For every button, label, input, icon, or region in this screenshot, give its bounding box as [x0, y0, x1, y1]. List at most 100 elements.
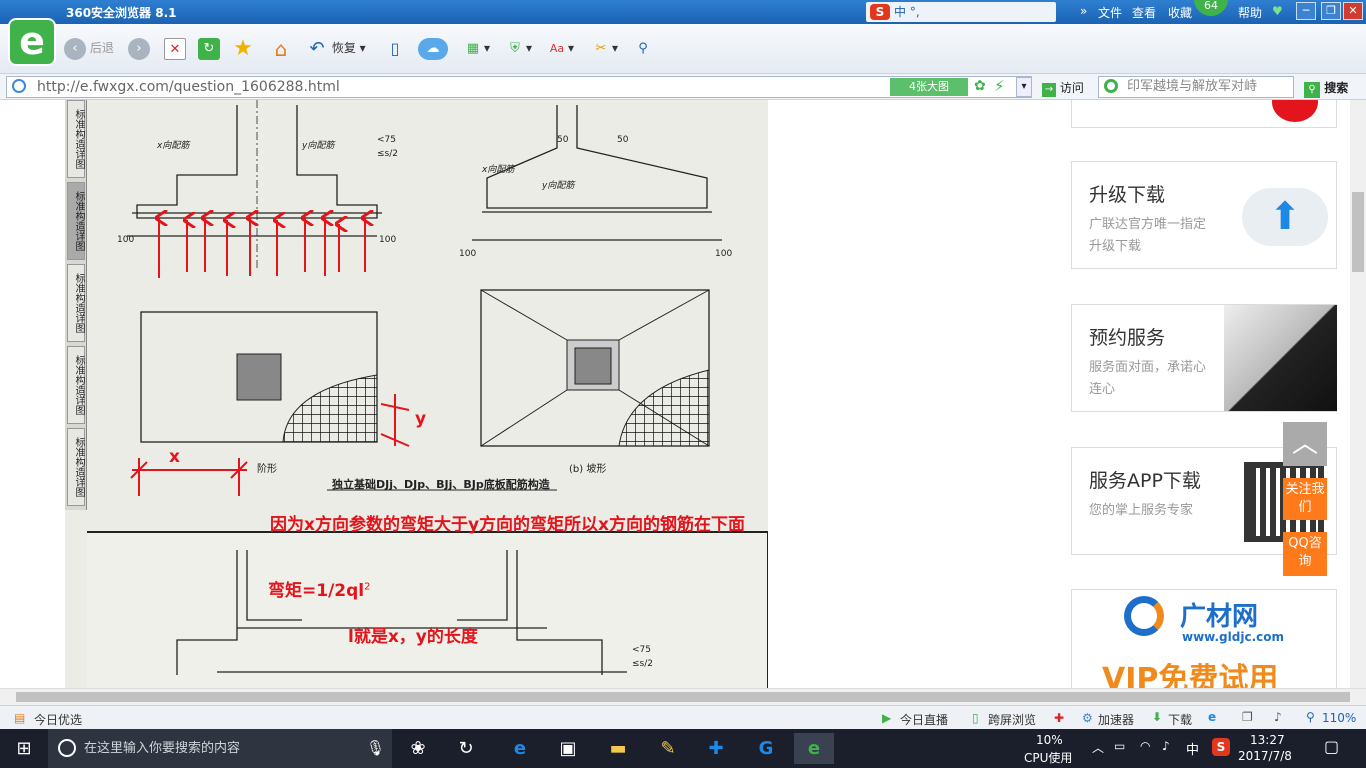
notification-icon[interactable]: ▢: [1324, 737, 1339, 756]
upgrade-title: 升级下载: [1089, 184, 1166, 206]
zoom-level[interactable]: 110%: [1322, 711, 1356, 725]
speaker-icon[interactable]: ♪: [1162, 739, 1170, 753]
glodon-icon[interactable]: G: [746, 733, 786, 764]
score-badge[interactable]: 64: [1194, 0, 1228, 16]
menu-help[interactable]: 帮助: [1238, 4, 1262, 21]
taskbar-search[interactable]: 在这里输入你要搜索的内容: [48, 729, 392, 768]
page-content: 标准构造详图 标准构造详图 标准构造详图 标准构造详图 标准构造详图 x向配筋 …: [0, 100, 1350, 688]
formula-text: 弯矩=1/2ql: [268, 581, 365, 601]
wifi-icon[interactable]: ◠: [1140, 739, 1150, 753]
volume-icon[interactable]: ♪: [1274, 710, 1282, 724]
star-icon: ★: [233, 35, 253, 61]
ie-icon[interactable]: e: [1208, 710, 1216, 724]
speed-icon[interactable]: ⚡: [994, 77, 1005, 95]
edge-icon-alt[interactable]: ↻: [446, 733, 486, 764]
mic-icon[interactable]: 🎙: [366, 739, 385, 757]
taskbar: ⊞ 在这里输入你要搜索的内容 🎙 ❀ ↻ e ▣ ▬ ✎ ✚ G e 10% C…: [0, 729, 1366, 768]
forward-button[interactable]: ›: [128, 35, 150, 61]
cloud-button[interactable]: ☁: [418, 35, 448, 61]
dim-100-right-b: 100: [715, 249, 732, 259]
clock-time[interactable]: 13:27: [1250, 733, 1285, 747]
tab-detail-3: 标准构造详图: [67, 264, 85, 342]
tray-up-icon[interactable]: ︿: [1092, 739, 1104, 756]
ime-toolbar[interactable]: S 中 °,: [866, 2, 1056, 22]
horizontal-scroll-thumb[interactable]: [16, 692, 1350, 702]
horizontal-scrollbar[interactable]: [0, 688, 1366, 705]
store-icon[interactable]: ▣: [548, 733, 588, 764]
upgrade-card[interactable]: 升级下载 广联达官方唯一指定升级下载 ⬆: [1071, 161, 1337, 269]
screenshot-button[interactable]: ✂ ▾: [590, 35, 618, 61]
favorite-button[interactable]: ★: [232, 35, 254, 61]
back-label: 后退: [89, 41, 114, 55]
ad-banner[interactable]: 广材网 www.gldjc.com VIP免费试用: [1071, 589, 1337, 688]
phone-button[interactable]: ▯: [384, 35, 406, 61]
start-button[interactable]: ⊞: [0, 729, 48, 768]
taskview-icon[interactable]: ❀: [398, 733, 438, 764]
back-to-top-button[interactable]: ︿: [1283, 422, 1327, 466]
notepad-icon[interactable]: ✎: [648, 733, 688, 764]
maximize-button[interactable]: ❐: [1321, 2, 1341, 20]
close-button[interactable]: ✕: [1343, 2, 1363, 20]
today-live[interactable]: 今日直播: [900, 711, 948, 728]
input-lang[interactable]: 中: [1186, 739, 1199, 758]
download[interactable]: 下载: [1168, 711, 1192, 728]
apps-button[interactable]: ▦ ▾: [462, 35, 490, 61]
dim-50-left: 50: [557, 135, 569, 145]
windows-icon[interactable]: ❐: [1242, 710, 1253, 724]
refresh-button[interactable]: ↻: [198, 35, 220, 61]
toolbar: ‹ 后退 › ✕ ↻ ★ ⌂ ↶ 恢复 ▾ ▯ ☁ ▦ ▾ ⛨ ▾ Aa ▾ ✂ ▾ ⚲: [0, 24, 1366, 74]
translate-button[interactable]: Aa ▾: [546, 35, 574, 61]
restore-button[interactable]: ↶ 恢复 ▾: [306, 35, 365, 61]
stop-button[interactable]: ✕: [164, 35, 186, 61]
minimize-button[interactable]: ─: [1296, 2, 1316, 20]
security-button[interactable]: ⛨ ▾: [504, 35, 532, 61]
sogou-tray-icon[interactable]: S: [1212, 738, 1230, 756]
menu-file[interactable]: 文件: [1098, 4, 1122, 21]
edge-icon[interactable]: e: [500, 733, 540, 764]
translate-icon: Aa: [549, 41, 565, 55]
menu-favorites[interactable]: 收藏: [1168, 4, 1192, 21]
search-button[interactable]: ⚲ 搜索: [1304, 79, 1348, 98]
visit-button[interactable]: → 访问: [1042, 79, 1084, 97]
big-image-button[interactable]: 4张大图: [890, 78, 968, 96]
accelerator[interactable]: 加速器: [1098, 711, 1134, 728]
back-button[interactable]: ‹ 后退: [64, 35, 114, 61]
browser-360-icon[interactable]: e: [794, 733, 834, 764]
top-card-fragment[interactable]: [1071, 100, 1337, 128]
skin-icon[interactable]: ♥: [1272, 4, 1283, 18]
zoom-button[interactable]: ⚲: [632, 35, 654, 61]
cross-screen[interactable]: 跨屏浏览: [988, 711, 1036, 728]
clock-date[interactable]: 2017/7/8: [1238, 749, 1292, 763]
explorer-icon[interactable]: ▬: [598, 733, 638, 764]
vertical-scroll-thumb[interactable]: [1352, 192, 1364, 272]
battery-icon[interactable]: ▭: [1114, 739, 1125, 753]
sync-icon[interactable]: ✿: [974, 78, 986, 94]
search-input[interactable]: 印军越境与解放军对峙: [1098, 76, 1294, 98]
appointment-title: 预约服务: [1089, 327, 1166, 349]
phone-icon: ▯: [390, 38, 400, 58]
menu-arrow-icon[interactable]: »: [1080, 4, 1087, 18]
url-input[interactable]: http://e.fwxgx.com/question_1606288.html: [6, 76, 1032, 98]
url-dropdown-button[interactable]: ▾: [1016, 77, 1032, 97]
app-plus-icon[interactable]: ✚: [696, 733, 736, 764]
globe-icon: [12, 79, 26, 93]
app-download-desc: 您的掌上服务专家: [1089, 503, 1194, 518]
dim-100-left-b: 100: [459, 249, 476, 259]
menu-view[interactable]: 查看: [1132, 4, 1156, 21]
qq-consult-button[interactable]: QQ咨询: [1283, 532, 1327, 576]
vertical-scrollbar[interactable]: [1350, 100, 1366, 688]
home-button[interactable]: ⌂: [270, 35, 292, 61]
address-bar: http://e.fwxgx.com/question_1606288.html…: [0, 74, 1366, 100]
status-bar: ▤ 今日优选 ▶ 今日直播 ▯ 跨屏浏览 ✚ ⚙ 加速器 ⬇ 下载 e ❐ ♪ …: [0, 705, 1366, 729]
app-download-title: 服务APP下载: [1089, 470, 1201, 492]
magnifier-icon: ⚲: [638, 40, 648, 56]
rebar-y-label: y向配筋: [301, 140, 336, 151]
brand-logo-icon: [1124, 596, 1164, 636]
today-picks[interactable]: 今日优选: [34, 711, 82, 728]
cortana-icon: [58, 739, 76, 757]
follow-us-button[interactable]: 关注我们: [1283, 478, 1327, 520]
health-icon[interactable]: ✚: [1054, 711, 1064, 725]
label-sloped: (b) 坡形: [569, 462, 606, 475]
appointment-card[interactable]: 预约服务 服务面对面，承诺心连心: [1071, 304, 1337, 412]
rebar-x-label: x向配筋: [156, 140, 191, 151]
